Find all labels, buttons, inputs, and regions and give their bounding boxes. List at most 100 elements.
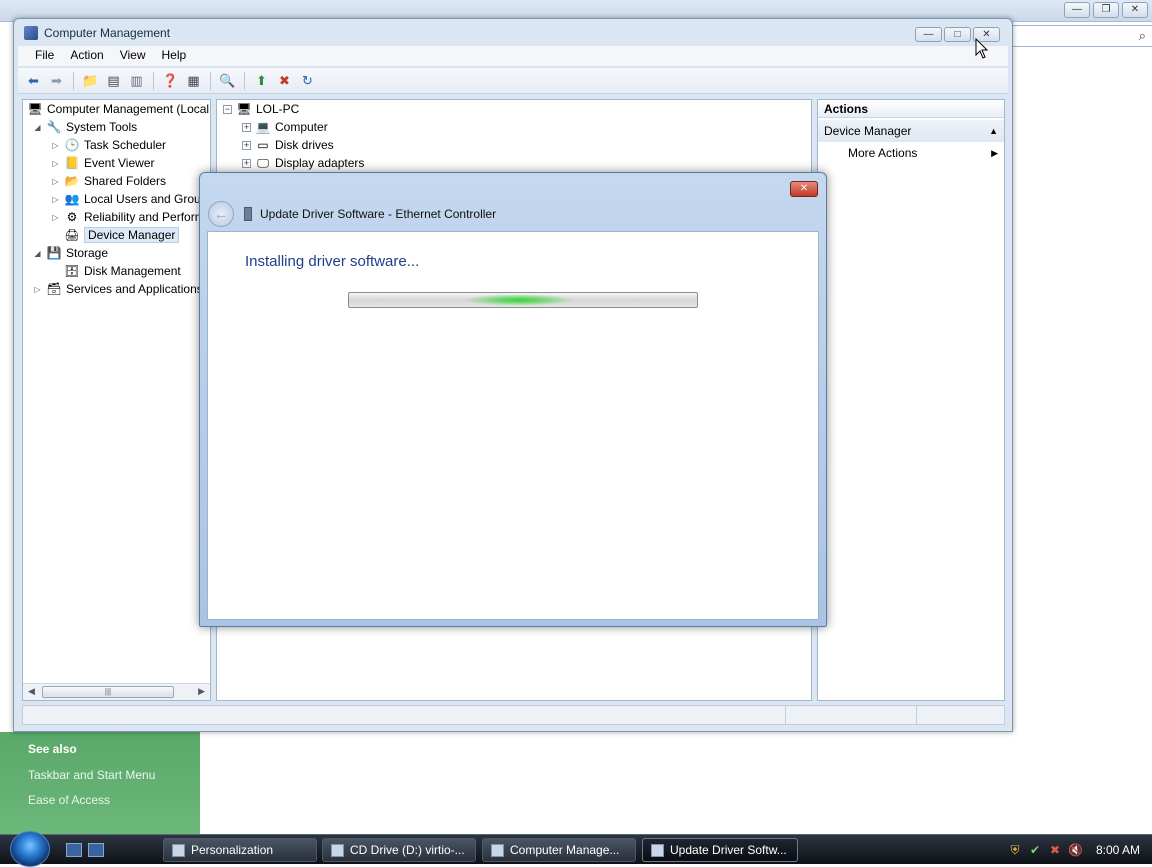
link-ease-of-access[interactable]: Ease of Access xyxy=(28,793,110,807)
clock-icon: 🕒 xyxy=(64,138,80,152)
background-restore-button[interactable]: ❐ xyxy=(1093,2,1119,18)
menu-file[interactable]: File xyxy=(28,46,61,66)
task-personalization[interactable]: Personalization xyxy=(163,838,317,862)
collapse-up-icon[interactable]: ▲ xyxy=(989,126,998,136)
services-icon: 🗃 xyxy=(46,282,62,296)
switch-windows-icon[interactable] xyxy=(88,843,104,857)
tree-label: Storage xyxy=(66,246,109,260)
progress-marquee-glow xyxy=(464,294,574,306)
actions-pane: Actions Device Manager ▲ More Actions ▶ xyxy=(817,99,1005,701)
task-label: Personalization xyxy=(191,843,274,857)
expand-icon[interactable]: + xyxy=(242,140,251,150)
tree-item-device-manager[interactable]: 🖨 Device Manager xyxy=(64,226,180,244)
security-shield-icon[interactable]: ⛨ xyxy=(1008,843,1022,857)
task-label: Computer Manage... xyxy=(510,843,620,857)
console-tree-pane: 🖥 Computer Management (Local ◢ 🔧 System … xyxy=(22,99,211,701)
install-progress-bar xyxy=(348,292,698,308)
action-pane-icon[interactable]: ▦ xyxy=(184,71,203,90)
dialog-header: ← Update Driver Software - Ethernet Cont… xyxy=(208,201,496,227)
expander-icon[interactable]: ◢ xyxy=(33,123,42,132)
properties-icon[interactable]: ▥ xyxy=(127,71,146,90)
expand-icon[interactable]: + xyxy=(242,158,251,168)
task-label: Update Driver Softw... xyxy=(670,843,787,857)
tree-label: Task Scheduler xyxy=(84,138,167,152)
show-desktop-icon[interactable] xyxy=(66,843,82,857)
search-icon[interactable]: ⌕ xyxy=(1139,28,1146,44)
expander-icon[interactable]: ▷ xyxy=(51,213,60,222)
task-computer-management[interactable]: Computer Manage... xyxy=(482,838,636,862)
cm-maximize-button[interactable]: □ xyxy=(944,27,971,42)
expander-icon[interactable]: ▷ xyxy=(51,177,60,186)
device-manager-icon: 🖨 xyxy=(64,228,80,242)
tree-label: Computer Management (Local xyxy=(47,102,210,116)
tree-item-disk-drives[interactable]: + ▭ Disk drives xyxy=(242,136,334,154)
forward-arrow-icon[interactable]: ➡ xyxy=(47,71,66,90)
expander-icon[interactable]: ▷ xyxy=(33,285,42,294)
tree-label: Display adapters xyxy=(275,156,365,170)
taskbar: Personalization CD Drive (D:) virtio-...… xyxy=(0,831,1152,867)
status-divider xyxy=(916,706,917,724)
tree-item-computer-management[interactable]: 🖥 Computer Management (Local xyxy=(27,100,209,118)
tree-item-computer[interactable]: + 💻 Computer xyxy=(242,118,328,136)
expander-icon[interactable]: ◢ xyxy=(33,249,42,258)
show-hide-tree-icon[interactable]: ▤ xyxy=(104,71,123,90)
menu-help[interactable]: Help xyxy=(155,46,194,66)
scroll-thumb[interactable]: ||| xyxy=(42,686,174,698)
tree-item-storage[interactable]: ◢ 💾 Storage xyxy=(33,244,108,262)
collapse-icon[interactable]: − xyxy=(223,104,232,114)
horizontal-scrollbar[interactable]: ◀ ||| ▶ xyxy=(23,683,210,700)
tree-item-task-scheduler[interactable]: ▷ 🕒 Task Scheduler xyxy=(51,136,166,154)
disk-management-icon: 🗄 xyxy=(64,264,80,278)
uninstall-icon[interactable]: ✖ xyxy=(275,71,294,90)
tree-item-display-adapters[interactable]: + 🖵 Display adapters xyxy=(242,154,364,172)
tree-item-system-tools[interactable]: ◢ 🔧 System Tools xyxy=(33,118,137,136)
tree-item-event-viewer[interactable]: ▷ 📒 Event Viewer xyxy=(51,154,154,172)
toolbar-separator xyxy=(210,71,211,90)
expander-icon[interactable]: ▷ xyxy=(51,141,60,150)
menu-action[interactable]: Action xyxy=(63,46,110,66)
actions-section-device-manager[interactable]: Device Manager ▲ xyxy=(818,120,1004,142)
scan-hardware-icon[interactable]: 🔍 xyxy=(218,71,237,90)
scroll-left-icon[interactable]: ◀ xyxy=(28,686,35,697)
tree-label: Computer xyxy=(275,120,328,134)
toolbar-separator xyxy=(244,71,245,90)
tree-item-reliability[interactable]: ▷ ⚙ Reliability and Perform xyxy=(51,208,205,226)
menu-view[interactable]: View xyxy=(113,46,153,66)
tree-item-disk-management[interactable]: 🗄 Disk Management xyxy=(64,262,180,280)
tree-label: Services and Applications xyxy=(66,282,203,296)
users-icon: 👥 xyxy=(64,192,80,206)
tree-item-lol-pc[interactable]: − 🖥 LOL-PC xyxy=(223,100,299,118)
tree-item-services-apps[interactable]: ▷ 🗃 Services and Applications xyxy=(33,280,203,298)
back-button[interactable]: ← xyxy=(208,201,234,227)
event-viewer-icon: 📒 xyxy=(64,156,80,170)
help-icon[interactable]: ❓ xyxy=(161,71,180,90)
expand-icon[interactable]: + xyxy=(242,122,251,132)
tree-label: Event Viewer xyxy=(84,156,155,170)
menu-bar: File Action View Help xyxy=(18,46,1008,66)
update-driver-icon[interactable]: ⬆ xyxy=(252,71,271,90)
cm-minimize-button[interactable]: — xyxy=(915,27,942,42)
up-folder-icon[interactable]: 📁 xyxy=(81,71,100,90)
expander-icon[interactable]: ▷ xyxy=(51,159,60,168)
disable-device-icon[interactable]: ↻ xyxy=(298,71,317,90)
scroll-right-icon[interactable]: ▶ xyxy=(198,686,205,697)
more-actions-item[interactable]: More Actions ▶ xyxy=(818,142,1004,164)
start-button[interactable] xyxy=(10,831,50,867)
background-minimize-button[interactable]: — xyxy=(1064,2,1090,18)
network-icon[interactable]: ✖ xyxy=(1048,843,1062,857)
background-close-button[interactable]: ✕ xyxy=(1122,2,1148,18)
volume-muted-icon[interactable]: 🔇 xyxy=(1068,843,1083,857)
background-search-box[interactable]: ⌕ xyxy=(1010,25,1152,47)
task-cd-drive[interactable]: CD Drive (D:) virtio-... xyxy=(322,838,476,862)
tree-item-local-users[interactable]: ▷ 👥 Local Users and Group xyxy=(51,190,207,208)
back-arrow-icon[interactable]: ⬅ xyxy=(24,71,43,90)
expander-icon[interactable]: ▷ xyxy=(51,195,60,204)
checkmark-icon[interactable]: ✔ xyxy=(1028,843,1042,857)
task-update-driver[interactable]: Update Driver Softw... xyxy=(642,838,798,862)
clock[interactable]: 8:00 AM xyxy=(1096,843,1140,857)
status-divider xyxy=(785,706,786,724)
tree-label: Reliability and Perform xyxy=(84,210,205,224)
link-taskbar-start-menu[interactable]: Taskbar and Start Menu xyxy=(28,768,155,782)
tree-item-shared-folders[interactable]: ▷ 📂 Shared Folders xyxy=(51,172,166,190)
dialog-close-button[interactable]: ✕ xyxy=(790,181,818,197)
